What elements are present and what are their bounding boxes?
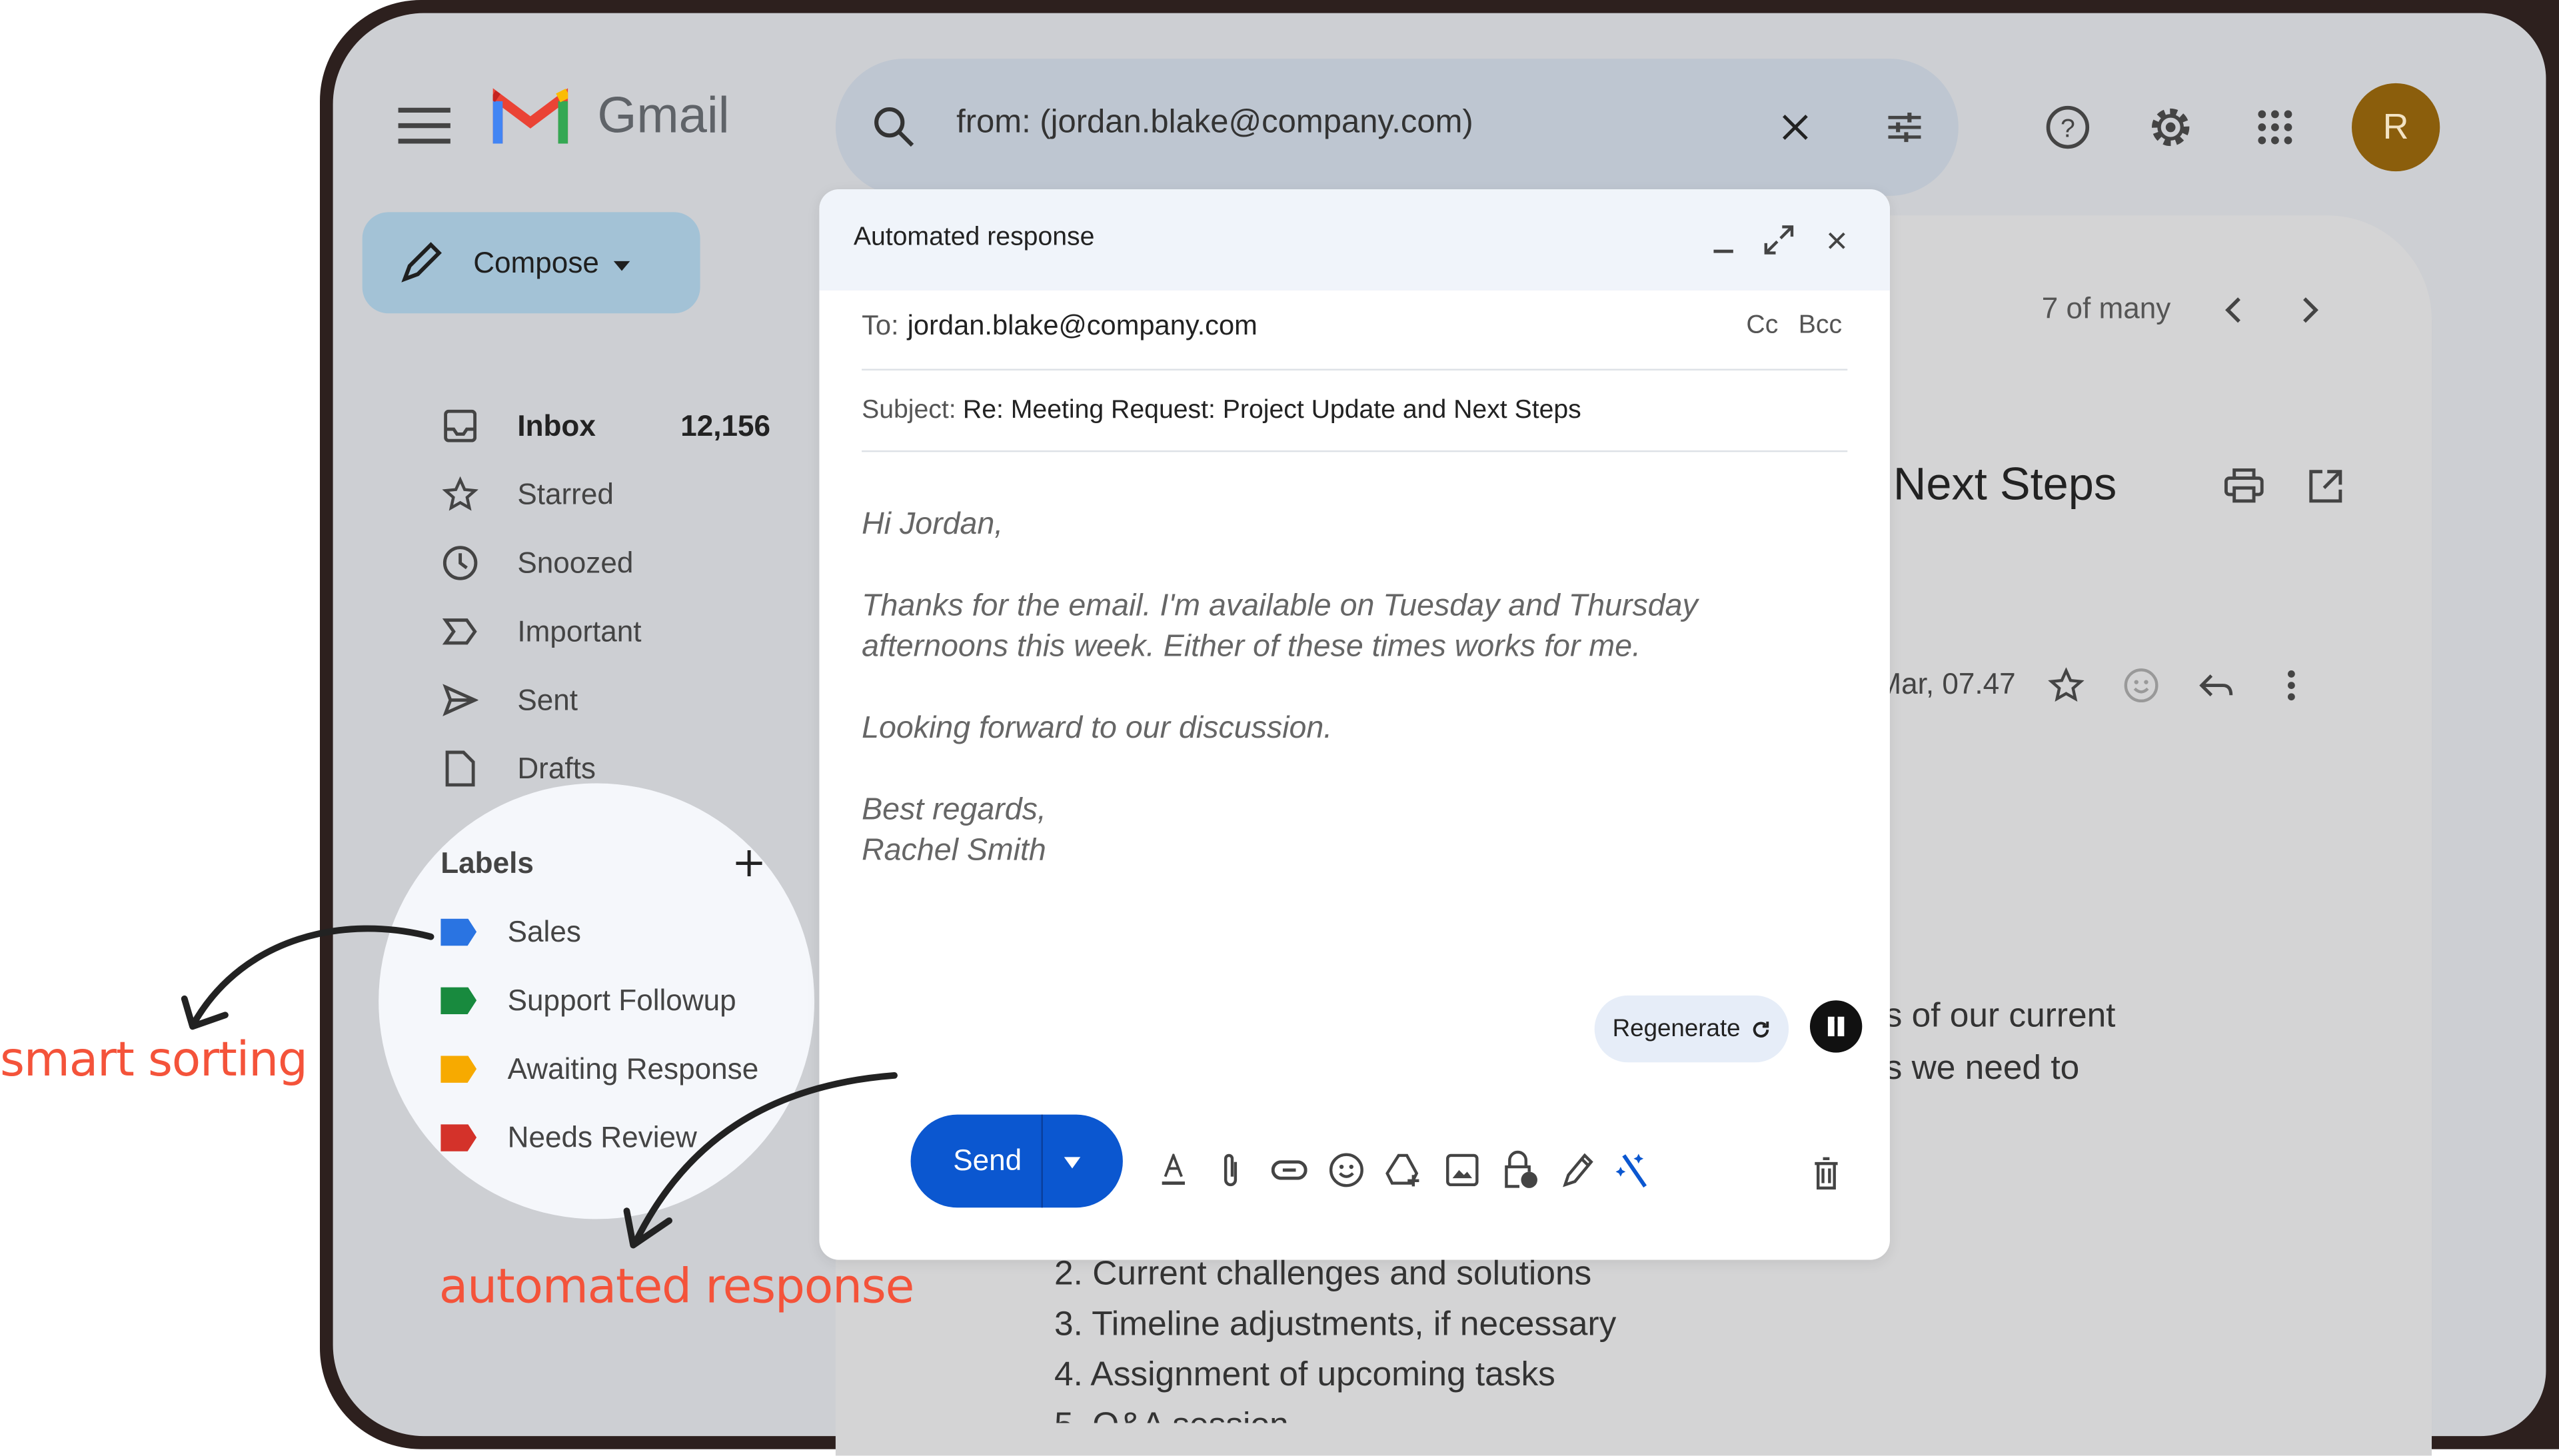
annotation-arrows	[181, 925, 898, 1249]
annotation-automated-response: automated response	[438, 1258, 915, 1314]
arrow-smart-sorting	[192, 925, 434, 1024]
annotation-smart-sorting: smart sorting	[0, 1031, 308, 1088]
arrow-automated-response	[633, 1072, 898, 1244]
